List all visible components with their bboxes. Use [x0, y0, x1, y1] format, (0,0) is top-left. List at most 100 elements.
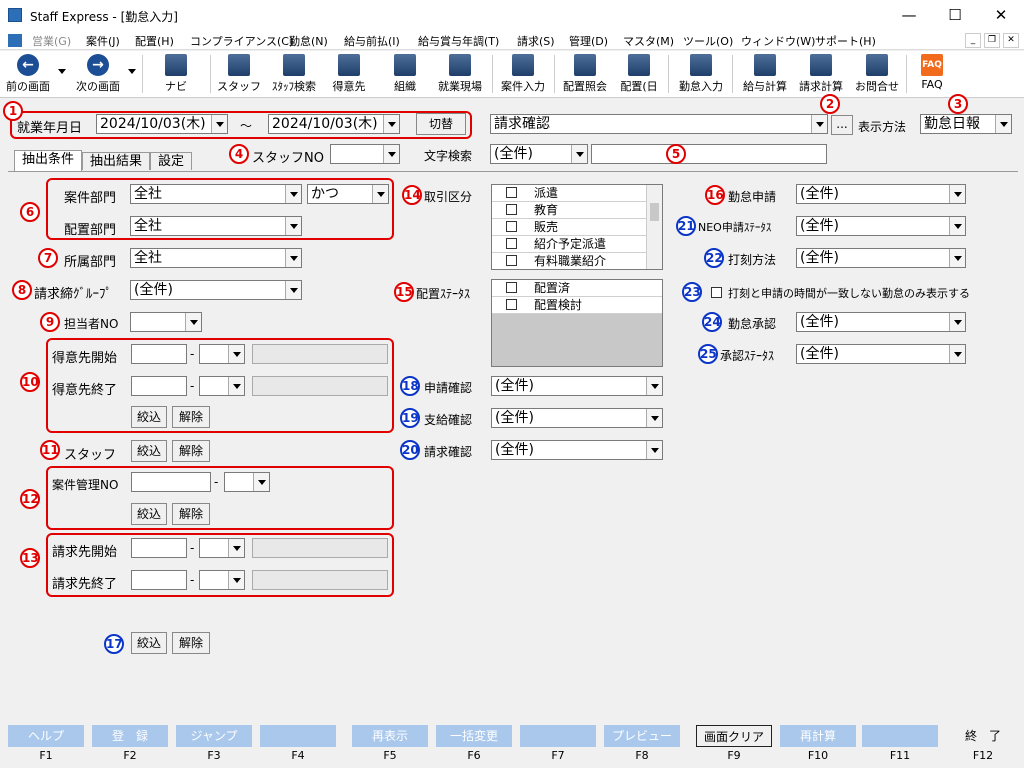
- staff-search-button[interactable]: ｽﾀｯﾌ検索: [266, 53, 322, 97]
- display-method-select[interactable]: 勤怠日報: [920, 114, 1012, 134]
- client-start-branch-select[interactable]: [199, 344, 245, 364]
- bill-confirm-select[interactable]: (全件): [491, 440, 663, 460]
- org-button[interactable]: 組織: [382, 53, 428, 97]
- menu-support[interactable]: サポート(H): [815, 33, 876, 49]
- trade-type-list[interactable]: 派遣 教育 販売 紹介予定派遣 有料職業紹介: [491, 184, 663, 270]
- menu-payroll[interactable]: 給与賞与年調(T): [418, 33, 499, 49]
- client-button[interactable]: 得意先: [326, 53, 372, 97]
- menu-job[interactable]: 案件(J): [86, 33, 120, 49]
- job-mgmt-input[interactable]: [131, 472, 211, 492]
- list-item[interactable]: 教育: [492, 202, 662, 219]
- f11-button[interactable]: [862, 725, 938, 747]
- neo-status-select[interactable]: (全件): [796, 216, 966, 236]
- mode-select[interactable]: 請求確認: [490, 114, 828, 134]
- f12-exit-button[interactable]: 終 了: [946, 725, 1020, 747]
- menu-advance-pay[interactable]: 給与前払(I): [344, 33, 400, 49]
- maximize-button[interactable]: ☐: [932, 0, 978, 32]
- close-button[interactable]: ✕: [978, 0, 1024, 32]
- staff-narrow-button[interactable]: 絞込: [131, 440, 167, 462]
- job-dept-select[interactable]: 全社: [130, 184, 302, 204]
- date-to-select[interactable]: 2024/10/03(木): [268, 114, 400, 134]
- staff-button[interactable]: スタッフ: [216, 53, 262, 97]
- f6-bulk-change-button[interactable]: 一括変更: [436, 725, 512, 747]
- assign-inquiry-button[interactable]: 配置照会: [558, 53, 612, 97]
- back-button[interactable]: ← 前の画面: [2, 53, 54, 97]
- assign-dept-select[interactable]: 全社: [130, 216, 302, 236]
- menu-assign[interactable]: 配置(H): [135, 33, 174, 49]
- f4-button[interactable]: [260, 725, 336, 747]
- list-item[interactable]: 配置検討: [492, 297, 662, 314]
- forward-dropdown-icon[interactable]: [128, 69, 136, 74]
- forward-button[interactable]: → 次の画面: [72, 53, 124, 97]
- payroll-calc-button[interactable]: 給与計算: [738, 53, 792, 97]
- bill-narrow-button[interactable]: 絞込: [131, 632, 167, 654]
- scrollbar-thumb[interactable]: [650, 203, 659, 221]
- list-item[interactable]: 派遣: [492, 185, 662, 202]
- stamp-method-select[interactable]: (全件): [796, 248, 966, 268]
- f1-help-button[interactable]: ヘルプ: [8, 725, 84, 747]
- client-end-branch-select[interactable]: [199, 376, 245, 396]
- list-item[interactable]: 紹介予定派遣: [492, 236, 662, 253]
- pay-confirm-select[interactable]: (全件): [491, 408, 663, 428]
- f5-refresh-button[interactable]: 再表示: [352, 725, 428, 747]
- checkbox[interactable]: [506, 238, 517, 249]
- ellipsis-button[interactable]: ...: [831, 115, 853, 135]
- client-end-code-input[interactable]: [131, 376, 187, 396]
- mismatch-checkbox[interactable]: [711, 287, 722, 298]
- menu-admin[interactable]: 管理(D): [569, 33, 608, 49]
- tab-settings[interactable]: 設定: [150, 152, 192, 170]
- client-clear-button[interactable]: 解除: [172, 406, 210, 428]
- checkbox[interactable]: [506, 299, 517, 310]
- job-entry-button[interactable]: 案件入力: [496, 53, 550, 97]
- checkbox[interactable]: [506, 204, 517, 215]
- apply-confirm-select[interactable]: (全件): [491, 376, 663, 396]
- menu-window[interactable]: ウィンドウ(W): [741, 33, 815, 49]
- mdi-close-icon[interactable]: ✕: [1003, 33, 1019, 48]
- faq-button[interactable]: FAQ FAQ: [912, 53, 952, 97]
- client-narrow-button[interactable]: 絞込: [131, 406, 167, 428]
- tab-extract-results[interactable]: 抽出結果: [82, 152, 150, 170]
- menu-billing[interactable]: 請求(S): [517, 33, 555, 49]
- tab-extract-conditions[interactable]: 抽出条件: [14, 150, 82, 171]
- minimize-button[interactable]: —: [886, 0, 932, 32]
- assign-status-list[interactable]: 配置済 配置検討: [491, 279, 663, 367]
- checkbox[interactable]: [506, 255, 517, 266]
- contact-button[interactable]: お問合せ: [850, 53, 904, 97]
- att-apply-select[interactable]: (全件): [796, 184, 966, 204]
- text-search-select[interactable]: (全件): [490, 144, 588, 164]
- bill-start-branch-select[interactable]: [199, 538, 245, 558]
- att-approve-select[interactable]: (全件): [796, 312, 966, 332]
- date-from-select[interactable]: 2024/10/03(木): [96, 114, 228, 134]
- billing-calc-button[interactable]: 請求計算: [794, 53, 848, 97]
- checkbox[interactable]: [506, 187, 517, 198]
- f9-clear-screen-button[interactable]: 画面クリア: [696, 725, 772, 747]
- job-mgmt-branch-select[interactable]: [224, 472, 270, 492]
- bill-start-code-input[interactable]: [131, 538, 187, 558]
- bill-clear-button[interactable]: 解除: [172, 632, 210, 654]
- f2-register-button[interactable]: 登 録: [92, 725, 168, 747]
- manager-no-select[interactable]: [130, 312, 202, 332]
- staff-clear-button[interactable]: 解除: [172, 440, 210, 462]
- checkbox[interactable]: [506, 221, 517, 232]
- menu-attendance[interactable]: 勤怠(N): [289, 33, 328, 49]
- checkbox[interactable]: [506, 282, 517, 293]
- bill-end-code-input[interactable]: [131, 570, 187, 590]
- f7-button[interactable]: [520, 725, 596, 747]
- billing-group-select[interactable]: (全件): [130, 280, 302, 300]
- client-start-code-input[interactable]: [131, 344, 187, 364]
- mdi-restore-icon[interactable]: ❐: [984, 33, 1000, 48]
- back-dropdown-icon[interactable]: [58, 69, 66, 74]
- belong-dept-select[interactable]: 全社: [130, 248, 302, 268]
- attendance-entry-button[interactable]: 勤怠入力: [674, 53, 728, 97]
- menu-compliance[interactable]: コンプライアンス(C): [190, 33, 293, 49]
- navi-button[interactable]: ナビ: [152, 53, 200, 97]
- text-search-input[interactable]: [591, 144, 827, 164]
- approve-status-select[interactable]: (全件): [796, 344, 966, 364]
- mdi-minimize-icon[interactable]: _: [965, 33, 981, 48]
- f3-jump-button[interactable]: ジャンプ: [176, 725, 252, 747]
- list-item[interactable]: 有料職業紹介: [492, 253, 662, 269]
- job-dept-operator-select[interactable]: かつ: [307, 184, 389, 204]
- bill-end-branch-select[interactable]: [199, 570, 245, 590]
- staff-no-select[interactable]: [330, 144, 400, 164]
- f10-recalc-button[interactable]: 再計算: [780, 725, 856, 747]
